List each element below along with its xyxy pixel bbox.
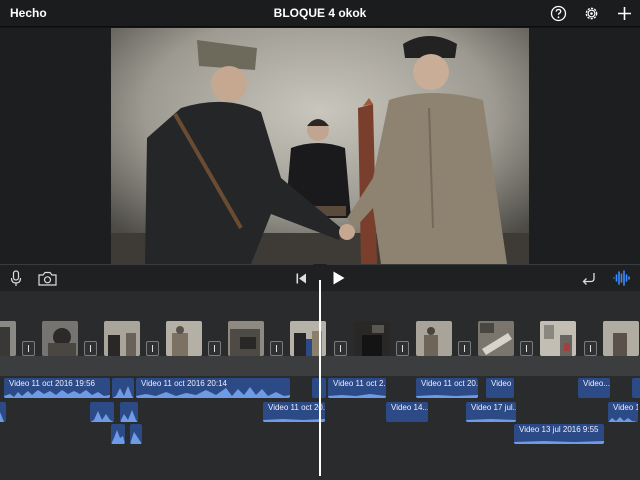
- audio-clip-label: Video 11 oct 2...: [333, 379, 386, 388]
- audio-clip-label: Video ...: [491, 379, 514, 388]
- audio-clip-label: Video 11 oct 20...: [421, 379, 478, 388]
- video-clip-thumbnail[interactable]: [354, 321, 390, 356]
- undo-icon[interactable]: [582, 271, 596, 285]
- transition-button[interactable]: [84, 341, 97, 356]
- transition-button[interactable]: [584, 341, 597, 356]
- video-clip-thumbnail[interactable]: [0, 321, 16, 356]
- audio-clip-label: Video 14...: [391, 403, 428, 412]
- audio-clip[interactable]: Video 13 jul 2016 9:55: [514, 424, 604, 444]
- audio-clip-label: Video...: [583, 379, 610, 388]
- audio-clip[interactable]: [111, 424, 125, 444]
- video-clip-thumbnail[interactable]: [104, 321, 140, 356]
- audio-clip[interactable]: Video 1...: [608, 402, 638, 422]
- project-title: BLOQUE 4 okok: [273, 6, 367, 20]
- settings-gear-icon[interactable]: [583, 5, 600, 22]
- transition-button[interactable]: [334, 341, 347, 356]
- video-clip-thumbnail[interactable]: [166, 321, 202, 356]
- audio-clip-label: Video 13 jul 2016 9:55: [519, 425, 599, 434]
- audio-clip[interactable]: Video 11 oct 20...: [416, 378, 478, 398]
- audio-clip-label: Video 11 oct 2016 19:56: [9, 379, 95, 388]
- audio-clip-label: Video 1...: [613, 403, 638, 412]
- play-icon[interactable]: [333, 271, 345, 285]
- camera-icon[interactable]: [38, 271, 57, 286]
- video-clip-thumbnail[interactable]: [228, 321, 264, 356]
- audio-clip-label: Video 11 oct 20...: [268, 403, 325, 412]
- video-preview-frame: [111, 28, 529, 264]
- top-bar: Hecho BLOQUE 4 okok: [0, 0, 640, 27]
- audio-clip[interactable]: [632, 378, 640, 398]
- video-clip-thumbnail[interactable]: [540, 321, 576, 356]
- audio-clip[interactable]: Video 17 jul...: [466, 402, 516, 422]
- video-clip-thumbnail[interactable]: [416, 321, 452, 356]
- transition-button[interactable]: [396, 341, 409, 356]
- audio-clip[interactable]: Video 14...: [386, 402, 428, 422]
- playhead[interactable]: [319, 280, 321, 476]
- add-plus-icon[interactable]: [616, 5, 633, 22]
- video-clip-thumbnail[interactable]: [42, 321, 78, 356]
- audio-clip-label: Video 17 jul...: [471, 403, 516, 412]
- transition-button[interactable]: [208, 341, 221, 356]
- help-icon[interactable]: [550, 5, 567, 22]
- audio-clip[interactable]: [0, 402, 6, 422]
- skip-to-start-icon[interactable]: [296, 273, 307, 284]
- video-viewer: [0, 28, 640, 264]
- audio-clip[interactable]: Video...: [578, 378, 610, 398]
- transition-button[interactable]: [22, 341, 35, 356]
- transition-button[interactable]: [146, 341, 159, 356]
- audio-clip[interactable]: [130, 424, 142, 444]
- audio-clip[interactable]: Video 11 oct 20...: [263, 402, 325, 422]
- transition-button[interactable]: [270, 341, 283, 356]
- audio-clip[interactable]: Video 11 oct 2...: [328, 378, 386, 398]
- video-clip-thumbnail[interactable]: [603, 321, 639, 356]
- audio-clip[interactable]: Video ...: [486, 378, 514, 398]
- audio-clip[interactable]: Video 11 oct 2016 20:14: [136, 378, 290, 398]
- audio-waveform-icon[interactable]: [613, 270, 631, 286]
- audio-clip[interactable]: [90, 402, 114, 422]
- audio-clip[interactable]: [120, 402, 138, 422]
- microphone-icon[interactable]: [10, 270, 22, 287]
- playhead-marker[interactable]: [313, 264, 327, 273]
- transition-button[interactable]: [458, 341, 471, 356]
- video-clip-thumbnail[interactable]: [478, 321, 514, 356]
- transition-button[interactable]: [520, 341, 533, 356]
- audio-clip[interactable]: Video 11 oct 2016 19:56: [4, 378, 110, 398]
- audio-clip[interactable]: [112, 378, 134, 398]
